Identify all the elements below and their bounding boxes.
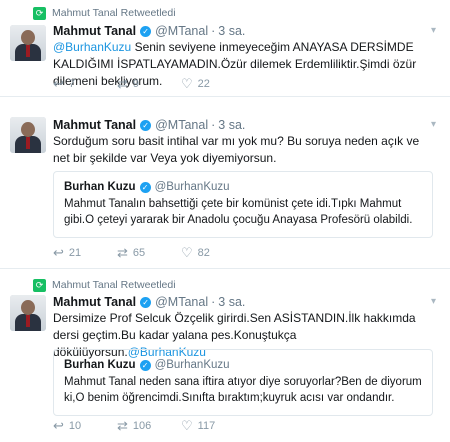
tweet-time[interactable]: 3 sa. bbox=[218, 118, 245, 132]
author-name[interactable]: Mahmut Tanal bbox=[53, 295, 136, 309]
tweet-header: Mahmut Tanal ✓ @MTanal · 3 sa. bbox=[53, 24, 245, 38]
avatar[interactable] bbox=[10, 117, 46, 153]
verified-badge-icon: ✓ bbox=[140, 296, 152, 308]
reply-icon: ↩ bbox=[53, 418, 64, 433]
chevron-down-icon[interactable]: ▾ bbox=[431, 119, 436, 130]
mention-link[interactable]: @BurhanKuzu bbox=[53, 40, 131, 54]
tweet-3[interactable]: ⟳ Mahmut Tanal Retweetledi Mahmut Tanal … bbox=[0, 269, 450, 442]
heart-icon: ♡ bbox=[181, 418, 193, 433]
retweet-count: 106 bbox=[132, 420, 152, 432]
quoted-tweet[interactable]: Burhan Kuzu ✓ @BurhanKuzu Mahmut Tanalın… bbox=[53, 171, 433, 238]
tweet-actions: ↩ 21 ⇄ 65 ♡ 82 bbox=[53, 245, 245, 261]
retweet-label: Mahmut Tanal Retweetledi bbox=[52, 7, 176, 19]
tweet-time[interactable]: 3 sa. bbox=[218, 295, 245, 309]
chevron-down-icon[interactable]: ▾ bbox=[431, 25, 436, 36]
retweet-icon: ⇄ bbox=[117, 418, 128, 433]
verified-badge-icon: ✓ bbox=[140, 119, 152, 131]
avatar[interactable] bbox=[10, 295, 46, 331]
like-button[interactable]: ♡ 82 bbox=[181, 245, 245, 261]
quoted-tweet-text: Mahmut Tanal neden sana iftira atıyor di… bbox=[64, 376, 422, 404]
author-handle[interactable]: @MTanal bbox=[155, 118, 208, 132]
reply-button[interactable]: ↩ 10 bbox=[53, 418, 117, 434]
reply-count: 7 bbox=[68, 78, 76, 90]
reply-count: 21 bbox=[68, 247, 82, 259]
quote-author-name[interactable]: Burhan Kuzu bbox=[64, 359, 136, 371]
retweet-icon: ⇄ bbox=[117, 76, 128, 91]
reply-icon: ↩ bbox=[53, 245, 64, 260]
avatar[interactable] bbox=[10, 25, 46, 61]
tweet-header: Mahmut Tanal ✓ @MTanal · 3 sa. bbox=[53, 118, 245, 132]
heart-icon: ♡ bbox=[181, 76, 193, 91]
tweet-2[interactable]: Mahmut Tanal ✓ @MTanal · 3 sa. ▾ Sorduğu… bbox=[0, 97, 450, 269]
retweet-icon: ⇄ bbox=[117, 245, 128, 260]
heart-icon: ♡ bbox=[181, 245, 193, 260]
retweet-button[interactable]: ⇄ 106 bbox=[117, 418, 181, 434]
quoted-tweet-header: Burhan Kuzu ✓ @BurhanKuzu bbox=[64, 359, 422, 371]
quote-author-name[interactable]: Burhan Kuzu bbox=[64, 181, 136, 193]
quote-author-handle[interactable]: @BurhanKuzu bbox=[155, 181, 230, 193]
separator: · bbox=[211, 295, 216, 309]
separator: · bbox=[211, 118, 216, 132]
quote-author-handle[interactable]: @BurhanKuzu bbox=[155, 359, 230, 371]
tweet-text: Sorduğum soru basit intihal var mı yok m… bbox=[53, 134, 420, 165]
retweet-count: 65 bbox=[132, 247, 146, 259]
quoted-tweet-header: Burhan Kuzu ✓ @BurhanKuzu bbox=[64, 181, 422, 193]
reply-button[interactable]: ↩ 21 bbox=[53, 245, 117, 261]
tweet-actions: ↩ 10 ⇄ 106 ♡ 117 bbox=[53, 418, 245, 434]
tweet-time[interactable]: 3 sa. bbox=[218, 24, 245, 38]
tweet-actions: ↩ 7 ⇄ 9 ♡ 22 bbox=[53, 76, 245, 92]
verified-badge-icon: ✓ bbox=[139, 181, 151, 193]
author-handle[interactable]: @MTanal bbox=[155, 24, 208, 38]
like-count: 117 bbox=[197, 420, 216, 432]
like-count: 82 bbox=[197, 247, 210, 259]
reply-count: 10 bbox=[68, 420, 82, 432]
separator: · bbox=[211, 24, 216, 38]
retweet-icon: ⟳ bbox=[33, 279, 46, 292]
tweet-header: Mahmut Tanal ✓ @MTanal · 3 sa. bbox=[53, 295, 245, 309]
like-button[interactable]: ♡ 117 bbox=[181, 418, 245, 434]
like-button[interactable]: ♡ 22 bbox=[181, 76, 245, 92]
verified-badge-icon: ✓ bbox=[140, 25, 152, 37]
retweet-button[interactable]: ⇄ 65 bbox=[117, 245, 181, 261]
retweet-label: Mahmut Tanal Retweetledi bbox=[52, 279, 176, 291]
retweet-button[interactable]: ⇄ 9 bbox=[117, 76, 181, 92]
reply-button[interactable]: ↩ 7 bbox=[53, 76, 117, 92]
verified-badge-icon: ✓ bbox=[139, 359, 151, 371]
author-name[interactable]: Mahmut Tanal bbox=[53, 118, 136, 132]
author-name[interactable]: Mahmut Tanal bbox=[53, 24, 136, 38]
retweet-icon: ⟳ bbox=[33, 7, 46, 20]
quoted-tweet[interactable]: Burhan Kuzu ✓ @BurhanKuzu Mahmut Tanal n… bbox=[53, 349, 433, 416]
author-handle[interactable]: @MTanal bbox=[155, 295, 208, 309]
retweet-count: 9 bbox=[132, 78, 140, 90]
quoted-tweet-text: Mahmut Tanalın bahsettiği çete bir komün… bbox=[64, 198, 413, 226]
reply-icon: ↩ bbox=[53, 76, 64, 91]
tweet-1[interactable]: ⟳ Mahmut Tanal Retweetledi Mahmut Tanal … bbox=[0, 0, 450, 97]
like-count: 22 bbox=[197, 78, 210, 90]
chevron-down-icon[interactable]: ▾ bbox=[431, 296, 436, 307]
